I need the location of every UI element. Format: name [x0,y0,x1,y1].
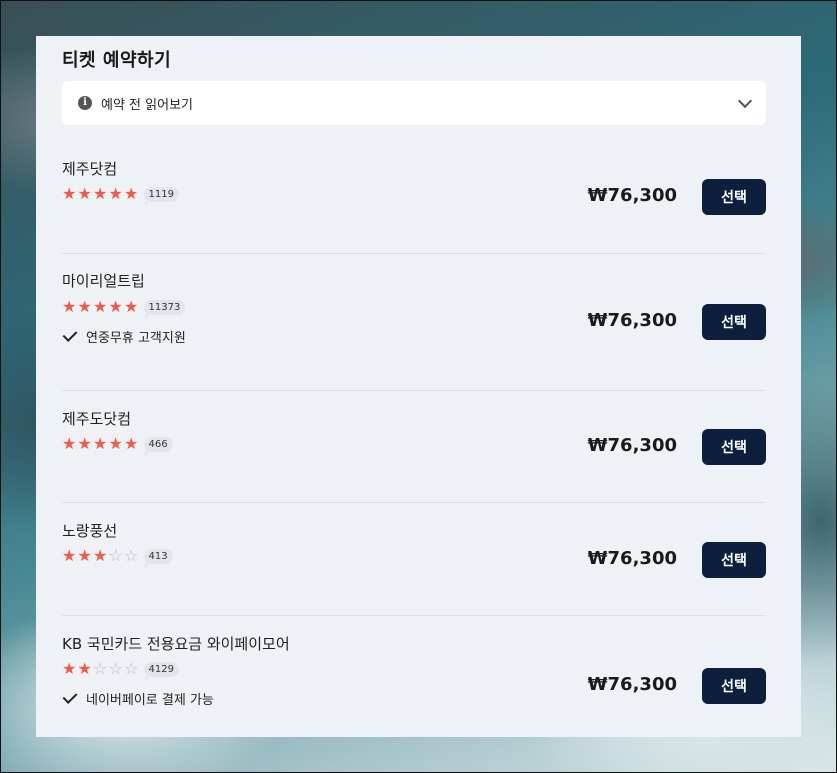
star-filled-icon: ★ [124,297,139,316]
star-empty-icon: ☆ [124,546,139,565]
star-filled-icon: ★ [62,297,77,316]
star-filled-icon: ★ [62,434,77,453]
offer-row: KB 국민카드 전용요금 와이페이모어 ★ ★ ☆ ☆ ☆ 4129 네이버페이로 결제 가능… [62,616,766,737]
star-filled-icon: ★ [108,297,123,316]
star-rating: ★ ★ ★ ★ ★ 11373 [62,297,186,319]
review-count: 466 [143,436,173,456]
pre-booking-notice-dropdown[interactable]: i 예약 전 읽어보기 [62,81,766,125]
feature-text: 네이버페이로 결제 가능 [86,693,214,708]
star-empty-icon: ☆ [93,659,108,678]
chevron-down-icon[interactable] [737,93,753,108]
star-rating: ★ ★ ★ ★ ★ 466 [62,434,173,456]
star-filled-icon: ★ [93,434,108,453]
vendor-name: 제주도닷컴 [62,410,132,428]
star-filled-icon: ★ [108,184,123,203]
star-filled-icon: ★ [77,434,92,453]
star-filled-icon: ★ [93,546,108,565]
star-empty-icon: ☆ [108,546,123,565]
review-count: 4129 [143,661,179,681]
feature-note: 연중무휴 고객지원 [62,327,186,346]
vendor-name: 제주닷컴 [62,160,118,178]
price: ₩76,300 [587,674,677,695]
star-rating: ★ ★ ☆ ☆ ☆ 4129 [62,659,179,681]
review-count: 1119 [143,186,179,206]
feature-note: 네이버페이로 결제 가능 [62,689,214,708]
panel-title: 티켓 예약하기 [62,50,172,71]
info-icon: i [78,96,92,110]
price: ₩76,300 [587,310,677,331]
review-count: 11373 [143,299,186,319]
offer-row: 제주닷컴 ★ ★ ★ ★ ★ 1119 ₩76,300 선택 [62,125,766,254]
star-filled-icon: ★ [124,184,139,203]
star-filled-icon: ★ [93,184,108,203]
select-button[interactable]: 선택 [702,542,766,578]
star-filled-icon: ★ [62,659,77,678]
star-empty-icon: ☆ [108,659,123,678]
vendor-name: 마이리얼트립 [62,272,145,290]
price: ₩76,300 [587,185,677,206]
offer-row: 노랑풍선 ★ ★ ★ ☆ ☆ 413 ₩76,300 선택 [62,503,766,616]
check-icon [62,689,78,704]
offer-list: 제주닷컴 ★ ★ ★ ★ ★ 1119 ₩76,300 선택 마이리얼트립 ★ ★ ★ ★ ★ 11373 연중… [62,125,766,737]
star-filled-icon: ★ [62,184,77,203]
price: ₩76,300 [587,548,677,569]
check-icon [62,327,78,342]
star-filled-icon: ★ [62,546,77,565]
vendor-name: KB 국민카드 전용요금 와이페이모어 [62,635,290,653]
star-filled-icon: ★ [77,184,92,203]
offer-row: 제주도닷컴 ★ ★ ★ ★ ★ 466 ₩76,300 선택 [62,391,766,503]
vendor-name: 노랑풍선 [62,522,118,540]
star-rating: ★ ★ ★ ☆ ☆ 413 [62,546,173,568]
notice-label: 예약 전 읽어보기 [101,97,193,113]
select-button[interactable]: 선택 [702,304,766,340]
offer-row: 마이리얼트립 ★ ★ ★ ★ ★ 11373 연중무휴 고객지원 ₩76,300 선택 [62,254,766,391]
star-filled-icon: ★ [77,546,92,565]
select-button[interactable]: 선택 [702,179,766,215]
select-button[interactable]: 선택 [702,668,766,704]
review-count: 413 [143,548,173,568]
star-empty-icon: ☆ [124,659,139,678]
star-filled-icon: ★ [108,434,123,453]
price: ₩76,300 [587,435,677,456]
select-button[interactable]: 선택 [702,429,766,465]
feature-text: 연중무휴 고객지원 [86,331,186,346]
star-filled-icon: ★ [77,297,92,316]
star-filled-icon: ★ [77,659,92,678]
star-filled-icon: ★ [93,297,108,316]
ticket-booking-panel: 티켓 예약하기 i 예약 전 읽어보기 제주닷컴 ★ ★ ★ ★ ★ 1119 ₩76,300… [36,36,801,737]
star-rating: ★ ★ ★ ★ ★ 1119 [62,184,179,206]
star-filled-icon: ★ [124,434,139,453]
